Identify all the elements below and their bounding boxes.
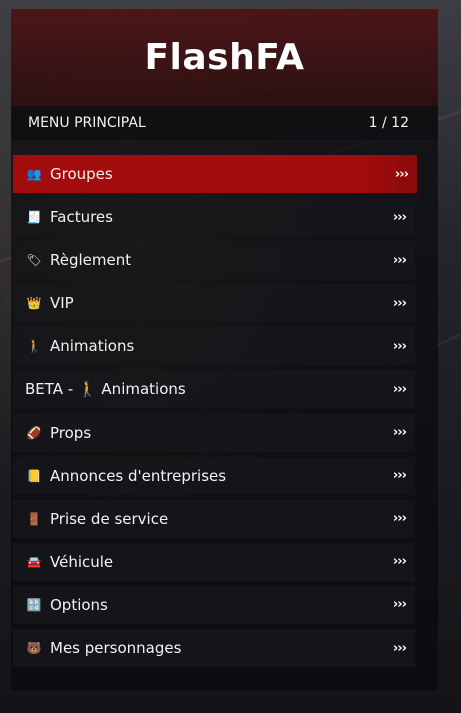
menu-item-7[interactable]: 📒 Annonces d'entreprises ›››: [13, 456, 415, 495]
menu-item-content: 🚶 Animations: [25, 337, 135, 356]
menu-item-list: 👥 Groupes ››› 🧾 Factures ››› 🏷 Règlement ››› 👑 VIP…: [13, 155, 417, 672]
chevron-right-icon: ›››: [392, 209, 407, 225]
menu-item-label: VIP: [50, 294, 74, 313]
page-indicator: 1 / 12: [368, 115, 409, 131]
menu-item-9[interactable]: 🚘 Véhicule ›››: [13, 542, 415, 581]
menu-subtitle: MENU PRINCIPAL: [28, 115, 146, 131]
menu-item-content: 👥 Groupes: [25, 165, 113, 183]
chevron-right-icon: ›››: [392, 381, 407, 397]
menu-item-label: Règlement: [50, 251, 132, 270]
menu-item-11[interactable]: 🐻 Mes personnages ›››: [13, 629, 415, 668]
menu-subheader: MENU PRINCIPAL 1 / 12: [11, 106, 438, 140]
chevron-right-icon: ›››: [392, 295, 407, 311]
chevron-right-icon: ›››: [392, 597, 407, 613]
menu-item-4[interactable]: 🚶 Animations ›››: [13, 327, 415, 366]
menu-item-2[interactable]: 🏷 Règlement ›››: [13, 241, 415, 280]
menu-item-content: 🚪 Prise de service: [25, 509, 169, 528]
menu-item-0[interactable]: 👥 Groupes ›››: [13, 155, 417, 193]
menu-item-content: 🔡 Options: [25, 596, 108, 614]
people-emoji-icon: 👥: [26, 167, 42, 181]
receipt-emoji-icon: 🧾: [26, 210, 42, 225]
crown-emoji-icon: 👑: [26, 296, 42, 311]
menu-item-content: 🐻 Mes personnages: [25, 639, 182, 658]
menu-item-label: Factures: [50, 208, 113, 227]
walking-person-emoji-icon: 🚶: [26, 339, 42, 354]
menu-item-label: Véhicule: [50, 552, 114, 571]
menu-item-3[interactable]: 👑 VIP ›››: [13, 284, 415, 323]
menu-item-6[interactable]: 🏈 Props ›››: [13, 413, 415, 452]
menu-item-label: Options: [50, 595, 108, 614]
chevron-right-icon: ›››: [392, 338, 407, 354]
chevron-right-icon: ›››: [392, 468, 407, 484]
ledger-emoji-icon: 📒: [26, 468, 42, 483]
menu-item-label: Annonces d'entreprises: [50, 466, 227, 485]
menu-item-label: Animations: [50, 337, 135, 356]
chevron-right-icon: ›››: [394, 166, 409, 182]
menu-header: FlashFA: [11, 9, 438, 106]
menu-item-label: BETA - 🚶 Animations: [25, 380, 186, 399]
menu-item-label: Mes personnages: [50, 639, 182, 658]
menu-item-5[interactable]: BETA - 🚶 Animations ›››: [13, 370, 415, 409]
menu-item-content: 🏷 Règlement: [25, 251, 131, 269]
menu-item-content: 📒 Annonces d'entreprises: [25, 466, 227, 485]
menu-item-label: Prise de service: [50, 509, 169, 528]
car-emoji-icon: 🚘: [26, 554, 42, 569]
door-emoji-icon: 🚪: [26, 511, 42, 526]
menu-item-1[interactable]: 🧾 Factures ›››: [13, 198, 415, 237]
menu-item-8[interactable]: 🚪 Prise de service ›››: [13, 499, 415, 538]
menu-item-content: 🧾 Factures: [25, 208, 113, 226]
menu-item-10[interactable]: 🔡 Options ›››: [13, 585, 415, 624]
football-emoji-icon: 🏈: [26, 425, 42, 440]
menu-item-content: BETA - 🚶 Animations: [25, 380, 186, 398]
chevron-right-icon: ›››: [392, 554, 407, 570]
menu-item-content: 🏈 Props: [25, 423, 92, 442]
bear-emoji-icon: 🐻: [26, 641, 42, 656]
menu-item-label: Props: [50, 423, 92, 442]
tag-emoji-icon: 🏷: [26, 253, 42, 268]
chevron-right-icon: ›››: [392, 252, 407, 268]
chevron-right-icon: ›››: [392, 511, 407, 527]
chevron-right-icon: ›››: [392, 425, 407, 441]
menu-item-content: 🚘 Véhicule: [25, 552, 114, 571]
chevron-right-icon: ›››: [392, 640, 407, 656]
menu-item-label: Groupes: [50, 165, 113, 183]
abcd-emoji-icon: 🔡: [26, 597, 42, 612]
menu-item-content: 👑 VIP: [25, 294, 74, 312]
menu-title: FlashFA: [144, 37, 305, 78]
